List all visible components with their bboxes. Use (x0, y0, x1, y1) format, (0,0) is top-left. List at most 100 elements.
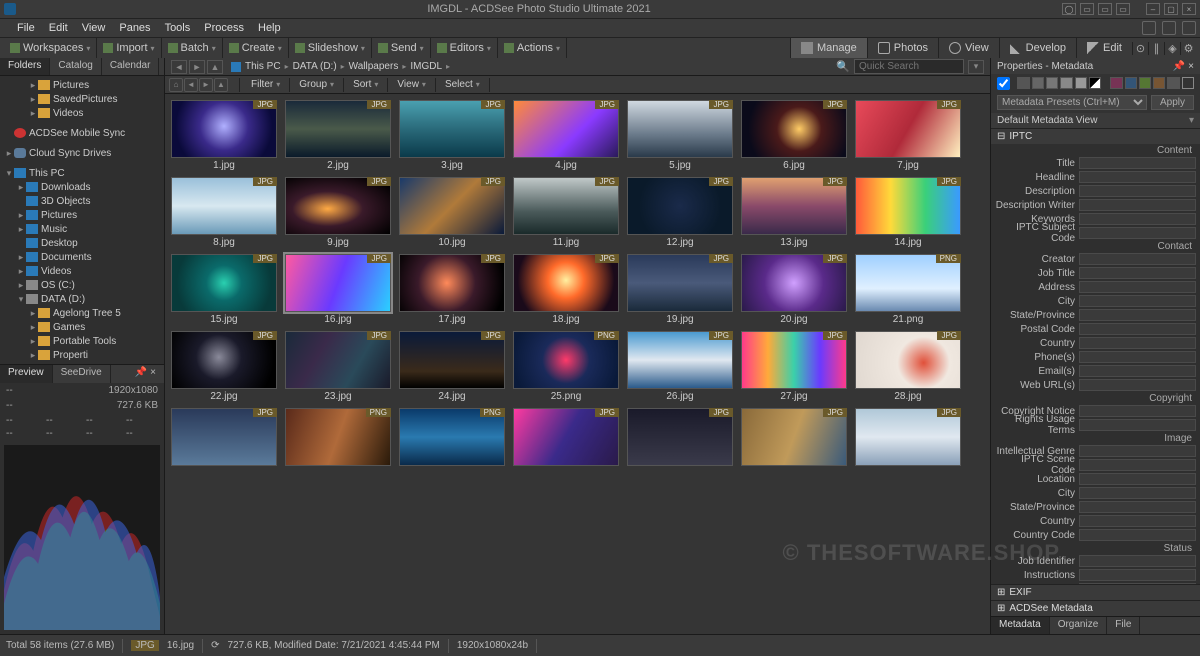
folder-node[interactable]: ▸Pictures (0, 208, 164, 222)
swatch[interactable] (1032, 77, 1044, 89)
menu-tools[interactable]: Tools (158, 22, 198, 34)
breadcrumb-item[interactable]: DATA (D:) (293, 61, 337, 72)
thumbnail[interactable]: JPG7.jpg (855, 100, 961, 171)
tab-calendar[interactable]: Calendar (102, 58, 160, 75)
color-swatch[interactable] (1139, 77, 1151, 89)
mode-manage[interactable]: Manage (790, 38, 867, 58)
tb-send[interactable]: Send ▾ (372, 38, 431, 58)
tb-slideshow[interactable]: Slideshow ▾ (289, 38, 372, 58)
thumbnail[interactable]: JPG14.jpg (855, 177, 961, 248)
thumbnail[interactable]: JPG (627, 408, 733, 468)
fb-fwd-button[interactable]: ► (199, 78, 213, 92)
iptc-field[interactable]: Phone(s) (993, 350, 1198, 364)
tb-batch[interactable]: Batch ▾ (162, 38, 223, 58)
thumbnail[interactable]: JPG8.jpg (171, 177, 277, 248)
nav-fwd-button[interactable]: ► (189, 60, 205, 74)
iptc-field[interactable]: Address (993, 280, 1198, 294)
thumbnail[interactable]: JPG (171, 408, 277, 468)
rating-check[interactable] (997, 77, 1010, 90)
expand-icon[interactable]: ⊟ (997, 131, 1005, 142)
tb-actions[interactable]: Actions ▾ (498, 38, 567, 58)
filter-view[interactable]: View ▾ (391, 78, 432, 92)
refresh-icon[interactable]: ⟳ (211, 640, 219, 651)
exif-section[interactable]: EXIF (1009, 587, 1031, 598)
nav-up-button[interactable]: ▲ (207, 60, 223, 74)
folder-node[interactable]: 3D Objects (0, 194, 164, 208)
hdr-icon-2[interactable] (1162, 21, 1176, 35)
iptc-field[interactable]: Description Writer (993, 198, 1198, 212)
iptc-field[interactable]: Headline (993, 170, 1198, 184)
tb-create[interactable]: Create ▾ (223, 38, 289, 58)
thumbnail[interactable]: JPG3.jpg (399, 100, 505, 171)
tab-catalog[interactable]: Catalog (50, 58, 101, 75)
folder-node[interactable]: ▸Cloud Sync Drives (0, 146, 164, 160)
close-button[interactable]: × (1182, 3, 1196, 15)
iptc-field[interactable]: Country Code (993, 528, 1198, 542)
thumbnail[interactable]: JPG19.jpg (627, 254, 733, 325)
thumbnail[interactable]: PNG (285, 408, 391, 468)
mode-develop[interactable]: Develop (999, 38, 1076, 58)
filter-group[interactable]: Group ▾ (293, 78, 340, 92)
swatch[interactable] (1017, 77, 1029, 89)
thumbnail[interactable]: JPG1.jpg (171, 100, 277, 171)
menu-edit[interactable]: Edit (42, 22, 75, 34)
thumbnail[interactable]: JPG15.jpg (171, 254, 277, 325)
search-input[interactable] (854, 59, 964, 74)
tb-workspaces[interactable]: Workspaces ▾ (4, 38, 97, 58)
iptc-field[interactable]: City (993, 486, 1198, 500)
iptc-field[interactable]: State/Province (993, 500, 1198, 514)
maximize-button[interactable]: ▢ (1164, 3, 1178, 15)
tab-file[interactable]: File (1107, 617, 1140, 634)
folder-node[interactable]: ▸Properti (0, 348, 164, 362)
folder-node[interactable]: ▸Downloads (0, 180, 164, 194)
swatch[interactable] (1060, 77, 1072, 89)
fb-up-button[interactable]: ▲ (214, 78, 228, 92)
folder-node[interactable]: ▸Pictures (0, 78, 164, 92)
hdr-icon-3[interactable] (1182, 21, 1196, 35)
filter-filter[interactable]: Filter ▾ (245, 78, 286, 92)
iptc-field[interactable]: City (993, 294, 1198, 308)
fb-back-button[interactable]: ◄ (184, 78, 198, 92)
mode-bars-icon[interactable]: ∥ (1148, 42, 1164, 55)
menu-view[interactable]: View (75, 22, 113, 34)
iptc-field[interactable]: Email(s) (993, 364, 1198, 378)
folder-node[interactable]: ▸OS (C:) (0, 278, 164, 292)
iptc-field[interactable]: Instructions (993, 568, 1198, 582)
iptc-field[interactable]: Rights Usage Terms (993, 418, 1198, 432)
preview-pin-icon[interactable]: 📌 × (127, 365, 164, 383)
color-swatch[interactable] (1125, 77, 1137, 89)
thumbnail[interactable]: JPG6.jpg (741, 100, 847, 171)
fb-home-button[interactable]: ⌂ (169, 78, 183, 92)
thumbnail[interactable]: JPG10.jpg (399, 177, 505, 248)
iptc-field[interactable]: IPTC Scene Code (993, 458, 1198, 472)
iptc-field[interactable]: Creator (993, 252, 1198, 266)
props-pin-icon[interactable]: 📌 × (1173, 61, 1194, 72)
minimize-button[interactable]: – (1146, 3, 1160, 15)
tab-metadata[interactable]: Metadata (991, 617, 1050, 634)
thumbnail[interactable]: JPG27.jpg (741, 331, 847, 402)
iptc-field[interactable]: Job Title (993, 266, 1198, 280)
thumbnail[interactable]: JPG24.jpg (399, 331, 505, 402)
iptc-field[interactable]: Country (993, 514, 1198, 528)
thumbnail[interactable]: PNG25.png (513, 331, 619, 402)
meta-view-label[interactable]: Default Metadata View (997, 115, 1097, 126)
tab-organize[interactable]: Organize (1050, 617, 1108, 634)
tab-folders[interactable]: Folders (0, 58, 50, 75)
user-icon[interactable]: ◯ (1062, 3, 1076, 15)
thumbnail[interactable]: JPG4.jpg (513, 100, 619, 171)
folder-node[interactable]: ▸Videos (0, 106, 164, 120)
folder-tree[interactable]: ▸Pictures▸SavedPictures▸VideosACDSee Mob… (0, 76, 164, 364)
filter-sort[interactable]: Sort ▾ (347, 78, 384, 92)
iptc-field[interactable]: IPTC Subject Code (993, 226, 1198, 240)
color-swatch[interactable] (1167, 77, 1179, 89)
iptc-field[interactable]: Country (993, 336, 1198, 350)
thumbnail[interactable]: JPG2.jpg (285, 100, 391, 171)
mode-edit[interactable]: Edit (1076, 38, 1132, 58)
iptc-field[interactable]: Postal Code (993, 322, 1198, 336)
folder-node[interactable]: Desktop (0, 236, 164, 250)
folder-node[interactable]: ▸Games (0, 320, 164, 334)
swatch[interactable] (1089, 77, 1101, 89)
mode-view[interactable]: View (938, 38, 999, 58)
thumbnail[interactable]: JPG20.jpg (741, 254, 847, 325)
swatch[interactable] (1046, 77, 1058, 89)
